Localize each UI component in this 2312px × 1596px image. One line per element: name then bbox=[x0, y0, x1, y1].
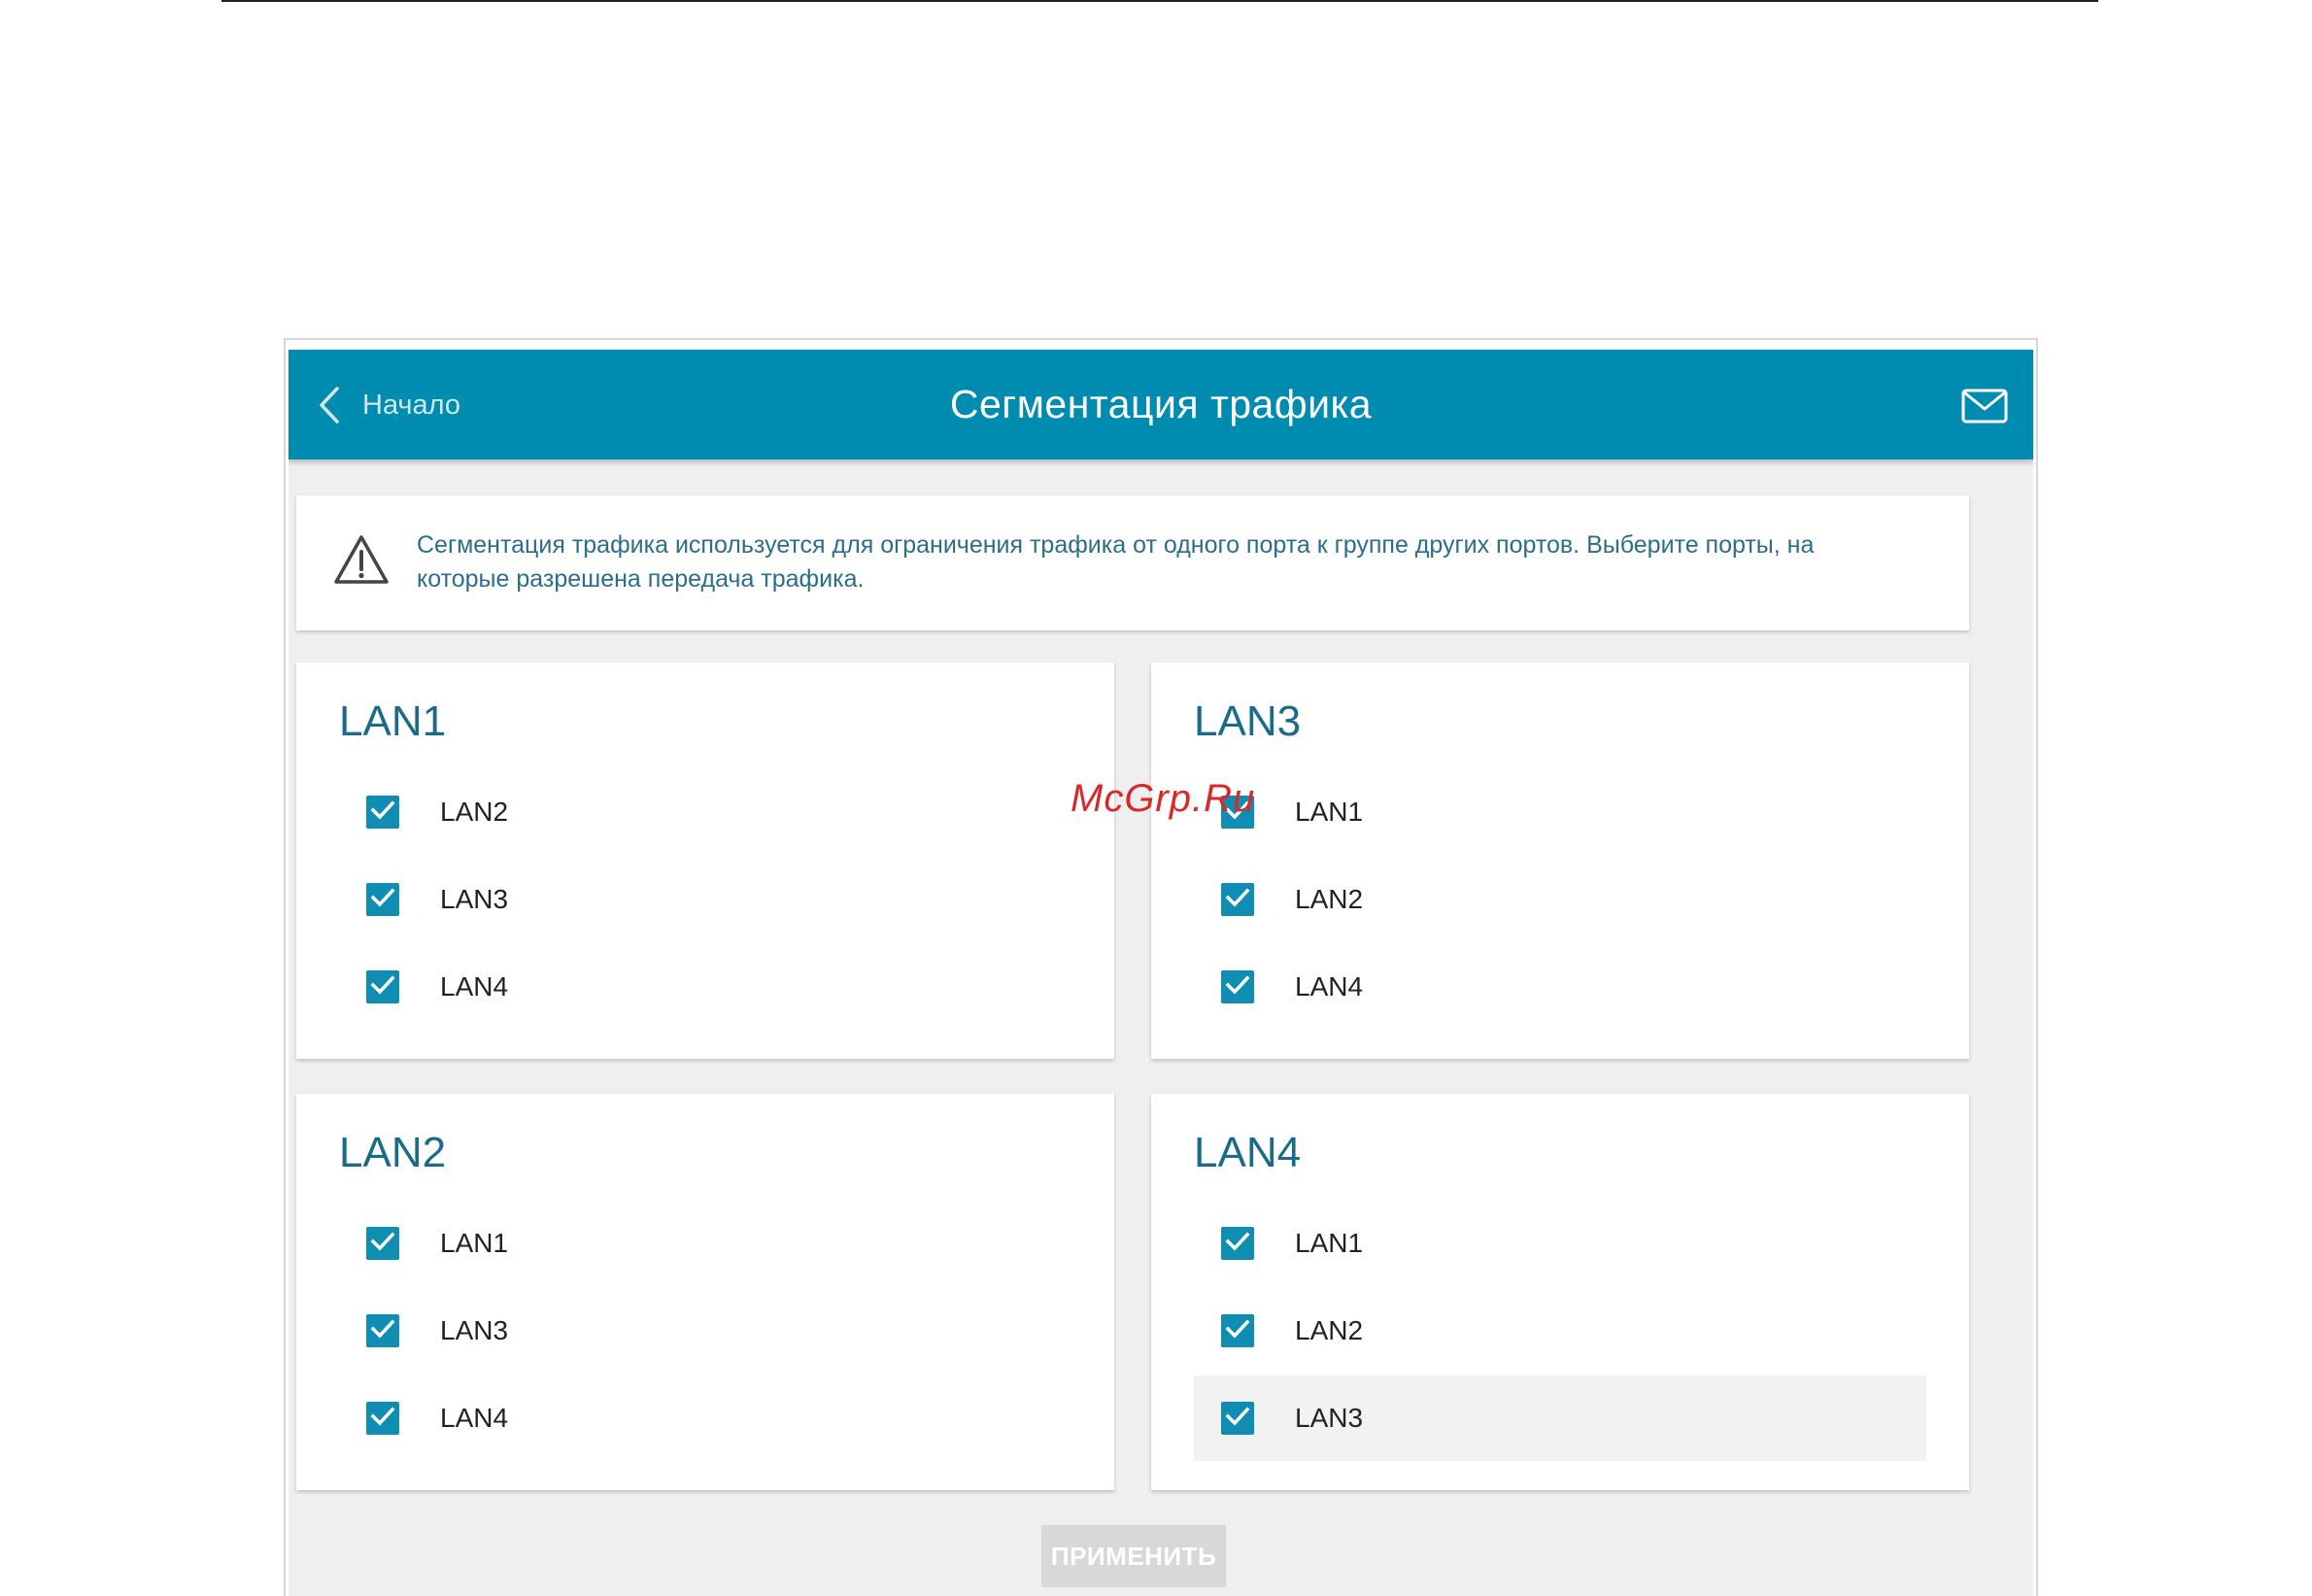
option-label: LAN2 bbox=[1295, 884, 1364, 914]
option-label: LAN2 bbox=[1295, 1315, 1364, 1345]
checkbox-option[interactable]: LAN2 bbox=[296, 769, 1114, 855]
checkmark-icon bbox=[1225, 887, 1250, 913]
checkbox-checked[interactable] bbox=[1221, 883, 1254, 916]
watermark-text: McGrp.Ru bbox=[1071, 777, 1256, 820]
info-text-line: которые разрешена передача трафика. bbox=[417, 565, 865, 593]
notifications-button[interactable] bbox=[1961, 389, 2008, 424]
port-card-lan3: LAN3 LAN1 LAN2 LAN4 bbox=[1151, 662, 1969, 1059]
checkmark-icon bbox=[370, 887, 395, 913]
card-title: LAN4 bbox=[1194, 1129, 1302, 1176]
info-text-line: Сегментация трафика используется для огр… bbox=[417, 531, 1815, 559]
page-title: Сегментация трафика bbox=[949, 382, 1373, 426]
option-label: LAN3 bbox=[440, 1315, 509, 1345]
checkbox-option[interactable]: LAN3 bbox=[296, 1288, 1114, 1374]
option-label: LAN4 bbox=[440, 1403, 509, 1433]
warning-icon bbox=[333, 534, 390, 585]
checkbox-option[interactable]: LAN3 bbox=[296, 857, 1114, 942]
checkbox-checked[interactable] bbox=[1221, 1314, 1254, 1347]
app-header: Начало Сегментация трафика bbox=[289, 350, 2033, 459]
checkmark-icon bbox=[370, 1318, 395, 1344]
checkbox-option[interactable]: LAN1 bbox=[1151, 1201, 1969, 1286]
checkbox-option[interactable]: LAN4 bbox=[1151, 944, 1969, 1030]
checkbox-option[interactable]: LAN4 bbox=[296, 1375, 1114, 1461]
checkbox-checked[interactable] bbox=[366, 1314, 399, 1347]
checkmark-icon bbox=[1225, 1406, 1250, 1432]
card-title: LAN2 bbox=[339, 1129, 447, 1176]
checkbox-checked[interactable] bbox=[366, 796, 399, 829]
checkmark-icon bbox=[370, 974, 395, 1001]
checkbox-checked[interactable] bbox=[366, 1402, 399, 1435]
checkbox-option[interactable]: LAN2 bbox=[1151, 1288, 1969, 1374]
port-card-lan2: LAN2 LAN1 LAN3 LAN4 bbox=[296, 1094, 1114, 1490]
apply-button[interactable]: ПРИМЕНИТЬ bbox=[1041, 1525, 1226, 1587]
checkbox-option[interactable]: LAN2 bbox=[1151, 857, 1969, 942]
port-card-lan4: LAN4 LAN1 LAN2 LAN3 bbox=[1151, 1094, 1969, 1490]
app-window: Начало Сегментация трафика Сегментация т… bbox=[289, 350, 2033, 1596]
port-card-lan1: LAN1 LAN2 LAN3 LAN4 bbox=[296, 662, 1114, 1059]
checkbox-checked[interactable] bbox=[366, 1227, 399, 1260]
option-label: LAN2 bbox=[440, 797, 509, 827]
checkmark-icon bbox=[1225, 1231, 1250, 1257]
checkbox-checked[interactable] bbox=[1221, 970, 1254, 1003]
checkmark-icon bbox=[370, 799, 395, 826]
card-title: LAN1 bbox=[339, 697, 447, 745]
info-card: Сегментация трафика используется для огр… bbox=[296, 495, 1969, 630]
option-label: LAN4 bbox=[440, 971, 509, 1002]
option-label: LAN1 bbox=[1295, 797, 1364, 827]
option-label: LAN3 bbox=[440, 884, 509, 914]
option-label: LAN3 bbox=[1295, 1403, 1364, 1433]
option-label: LAN1 bbox=[440, 1228, 509, 1258]
checkbox-checked[interactable] bbox=[366, 970, 399, 1003]
option-label: LAN4 bbox=[1295, 971, 1364, 1002]
checkmark-icon bbox=[370, 1231, 395, 1257]
envelope-icon bbox=[1961, 389, 2008, 427]
info-text: Сегментация трафика используется для огр… bbox=[417, 528, 1893, 596]
checkbox-option-hovered[interactable]: LAN3 bbox=[1194, 1375, 1926, 1461]
checkmark-icon bbox=[1225, 974, 1250, 1001]
option-label: LAN1 bbox=[1295, 1228, 1364, 1258]
checkbox-option[interactable]: LAN1 bbox=[296, 1201, 1114, 1286]
checkmark-icon bbox=[1225, 1318, 1250, 1344]
checkbox-option[interactable]: LAN4 bbox=[296, 944, 1114, 1030]
checkbox-checked[interactable] bbox=[366, 883, 399, 916]
page-top-rule bbox=[221, 0, 2098, 2]
checkmark-icon bbox=[370, 1406, 395, 1432]
card-title: LAN3 bbox=[1194, 697, 1302, 745]
checkbox-option[interactable]: LAN1 bbox=[1151, 769, 1969, 855]
checkbox-checked[interactable] bbox=[1221, 1402, 1254, 1435]
checkbox-checked[interactable] bbox=[1221, 1227, 1254, 1260]
